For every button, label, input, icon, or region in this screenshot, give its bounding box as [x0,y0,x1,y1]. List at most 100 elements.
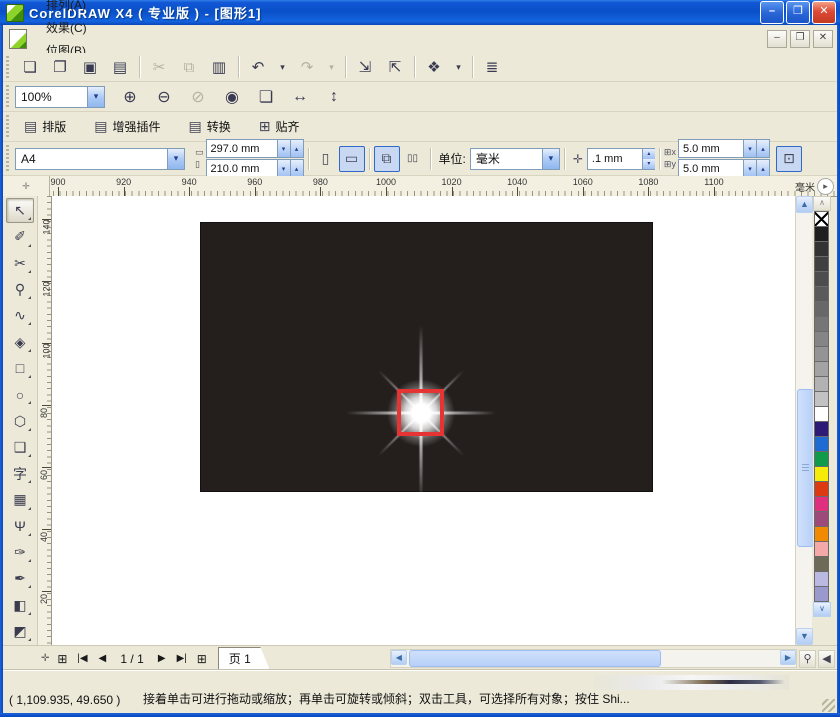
spin-down-icon[interactable]: ▾ [743,160,756,177]
prev-page-button[interactable]: ◀ [92,650,112,668]
toolbar-grip[interactable] [5,115,11,138]
spin-down-icon[interactable]: ▾ [642,159,655,169]
redo-dropdown[interactable]: ▾ [322,54,341,80]
horizontal-scroll-thumb[interactable] [409,650,661,667]
chevron-down-icon[interactable]: ▾ [87,87,104,107]
palette-swatch[interactable] [814,271,829,287]
treat-as-filled-button[interactable]: ⊡ [776,146,802,172]
app-launcher-button[interactable]: ❖ [419,54,449,80]
landscape-button[interactable]: ▭ [339,146,365,172]
doc-restore-button[interactable]: ❐ [790,30,810,48]
add-page-button[interactable]: ⊞ [52,650,72,668]
last-page-button[interactable]: ▶| [172,650,192,668]
palette-swatch[interactable] [814,406,829,422]
all-pages-button[interactable]: ⧉ [374,146,400,172]
undo-button[interactable]: ↶ [243,54,273,80]
freehand-tool[interactable]: ∿ [6,303,34,328]
next-page-button[interactable]: ▶ [152,650,172,668]
palette-scroll-up-button[interactable]: ∧ [813,196,831,211]
separator[interactable] [345,56,346,78]
plugins-button[interactable]: ▤ 增强插件 [85,115,169,138]
zoom-width-button[interactable]: ↔ [285,84,315,110]
palette-swatch[interactable] [814,496,829,512]
palette-swatch[interactable] [814,481,829,497]
import-button[interactable]: ⇲ [350,54,380,80]
snap-button[interactable]: ⊞ 贴齐 [250,115,309,138]
spin-up-icon[interactable]: ▴ [642,149,655,159]
guidelines-button[interactable]: ≣ [477,54,507,80]
palette-swatch[interactable] [814,541,829,557]
polygon-tool[interactable]: ⬡ [6,408,34,433]
palette-swatch[interactable] [814,436,829,452]
text-tool[interactable]: 字 [6,461,34,486]
undo-dropdown[interactable]: ▾ [273,54,292,80]
new-button[interactable]: ❏ [15,54,45,80]
table-tool[interactable]: ▦ [6,487,34,512]
spin-down-icon[interactable]: ▾ [277,160,290,177]
chevron-down-icon[interactable]: ▾ [542,149,559,169]
separator[interactable] [414,56,415,78]
ellipse-tool[interactable]: ○ [6,382,34,407]
zoom-in-button[interactable]: ⊕ [115,84,145,110]
menu-item[interactable]: 排列(A) [37,0,98,16]
chevron-down-icon[interactable]: ▾ [167,149,184,169]
spin-up-icon[interactable]: ▴ [290,160,303,177]
zoom-height-button[interactable]: ↕ [319,84,349,110]
page-tab[interactable]: 页 1 [218,647,270,670]
palette-swatch[interactable] [814,286,829,302]
shape-tool[interactable]: ✐ [6,224,34,249]
scroll-right-button[interactable]: ▶ [780,650,796,665]
horizontal-ruler[interactable]: 900920940960980100010201040106010801100 … [50,176,837,196]
vertical-scroll-thumb[interactable] [797,389,814,547]
zoom-level-combo[interactable]: 100% ▾ [15,86,105,108]
first-page-button[interactable]: |◀ [72,650,92,668]
maximize-button[interactable]: ❐ [786,1,810,24]
close-button[interactable]: ✕ [812,1,836,24]
launcher-dropdown[interactable]: ▾ [449,54,468,80]
vertical-scrollbar[interactable]: ▲ ▼ [795,196,812,645]
palette-swatch[interactable] [814,526,829,542]
eyedropper-tool[interactable]: ✑ [6,540,34,565]
palette-swatch[interactable] [814,361,829,377]
grid-toggle-icon[interactable]: ✛ [41,653,49,664]
zoom-tool[interactable]: ⚲ [6,277,34,302]
minimize-button[interactable]: – [760,1,784,24]
cut-button[interactable]: ✂ [144,54,174,80]
palette-swatch[interactable] [814,256,829,272]
fill-tool[interactable]: ◧ [6,592,34,617]
palette-swatch[interactable] [814,226,829,242]
scroll-corner-button[interactable]: ◀ [818,650,835,668]
horizontal-scrollbar[interactable]: ◀ ▶ [390,649,797,668]
redo-button[interactable]: ↷ [292,54,322,80]
print-button[interactable]: ▤ [105,54,135,80]
palette-swatch[interactable] [814,241,829,257]
palette-swatch[interactable] [814,556,829,572]
layout-button[interactable]: ▤ 排版 [15,115,75,138]
doc-close-button[interactable]: ✕ [813,30,833,48]
crop-tool[interactable]: ✂ [6,251,34,276]
drawing-canvas[interactable] [52,196,795,645]
toolbar-grip[interactable] [5,85,11,108]
palette-swatch[interactable] [814,391,829,407]
scroll-up-button[interactable]: ▲ [796,196,813,213]
zoom-actual-button[interactable]: ⊘ [183,84,213,110]
black-rectangle-object[interactable] [200,222,653,492]
toolbar-grip[interactable] [5,145,11,172]
palette-scroll-down-button[interactable]: ∨ [813,602,831,617]
rectangle-tool[interactable]: □ [6,356,34,381]
add-page-button-2[interactable]: ⊞ [192,650,212,668]
save-button[interactable]: ▣ [75,54,105,80]
smart-fill-tool[interactable]: ◈ [6,329,34,354]
palette-swatch[interactable] [814,586,829,602]
paste-button[interactable]: ▥ [204,54,234,80]
pick-tool[interactable]: ↖ [6,198,34,223]
nudge-field[interactable]: .1 mm ▴ ▾ [587,148,655,170]
menu-item[interactable]: 效果(C) [37,16,98,39]
scroll-down-button[interactable]: ▼ [796,628,813,645]
palette-swatch[interactable] [814,571,829,587]
doc-minimize-button[interactable]: – [767,30,787,48]
palette-swatch[interactable] [814,346,829,362]
toolbar-grip[interactable] [5,56,11,78]
spin-up-icon[interactable]: ▴ [756,140,769,157]
spin-up-icon[interactable]: ▴ [290,140,303,157]
